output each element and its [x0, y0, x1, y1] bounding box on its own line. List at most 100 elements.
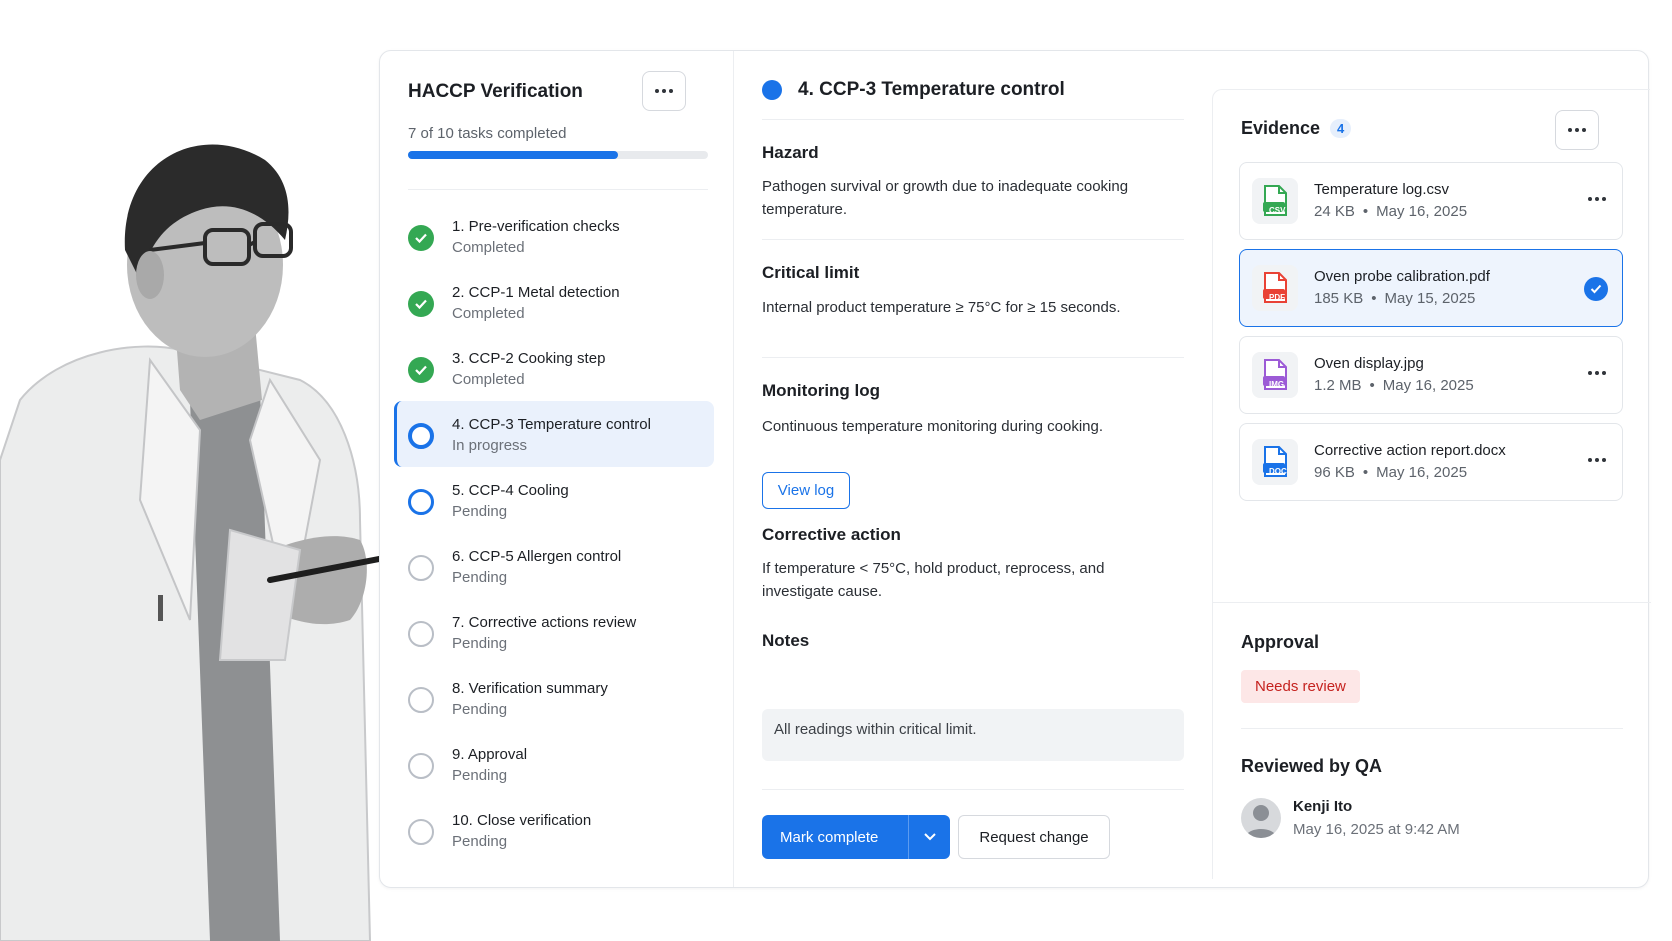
more-dot-icon [1595, 458, 1599, 462]
status-circle-icon [408, 555, 434, 581]
file-more-button[interactable] [1588, 458, 1606, 462]
mark-complete-split-button: Mark complete [762, 815, 950, 859]
status-circle-icon [408, 819, 434, 845]
progress-bar [408, 151, 708, 159]
separator-dot-icon: • [1369, 377, 1375, 394]
request-change-button[interactable]: Request change [958, 815, 1110, 859]
task-status: Completed [452, 371, 525, 388]
task-item[interactable]: 8. Verification summary Pending [394, 665, 714, 731]
file-size: 185 KB [1314, 290, 1364, 307]
task-name: 8. Verification summary [452, 680, 608, 697]
evidence-more-button[interactable] [1555, 110, 1599, 150]
task-panel: HACCP Verification 7 of 10 tasks complet… [380, 51, 734, 887]
file-name: Temperature log.csv [1314, 181, 1450, 198]
reviewed-timestamp: May 16, 2025 at 9:42 AM [1293, 821, 1460, 838]
file-size: 96 KB [1314, 464, 1355, 481]
more-dot-icon [655, 89, 659, 93]
file-size: 1.2 MB [1314, 377, 1362, 394]
progress-bar-fill [408, 151, 618, 159]
file-meta: 1.2 MB • May 16, 2025 [1314, 374, 1622, 398]
task-item[interactable]: 5. CCP-4 Cooling Pending [394, 467, 714, 533]
evidence-header: Evidence 4 [1241, 118, 1352, 139]
more-dot-icon [1588, 458, 1592, 462]
mark-complete-options-button[interactable] [908, 815, 950, 859]
task-item[interactable]: 4. CCP-3 Temperature control In progress [394, 401, 714, 467]
status-circle-icon [408, 687, 434, 713]
evidence-file-item[interactable]: PDF Oven probe calibration.pdf 185 KB • May … [1239, 249, 1623, 327]
more-dot-icon [1575, 128, 1579, 132]
file-meta: 185 KB • May 15, 2025 [1314, 287, 1622, 311]
task-name: 2. CCP-1 Metal detection [452, 284, 620, 301]
task-item[interactable]: 2. CCP-1 Metal detection Completed [394, 269, 714, 335]
task-status: Completed [452, 305, 525, 322]
task-detail: 4. CCP-3 Temperature control Hazard Path… [734, 51, 1212, 887]
task-status: Pending [452, 767, 508, 784]
check-circle-icon [408, 357, 434, 383]
task-name: 10. Close verification [452, 812, 592, 829]
doctor-illustration [0, 144, 380, 941]
file-more-button[interactable] [1588, 197, 1606, 201]
file-icon: IMG [1252, 352, 1298, 398]
task-status: Completed [452, 239, 525, 256]
separator-dot-icon: • [1362, 203, 1369, 220]
notes-heading: Notes [762, 631, 810, 650]
status-badge: Needs review [1241, 670, 1360, 703]
check-circle-icon [408, 291, 434, 317]
task-item[interactable]: 6. CCP-5 Allergen control Pending [394, 533, 714, 599]
file-size: 24 KB [1314, 203, 1355, 220]
detail-header: 4. CCP-3 Temperature control [762, 79, 1065, 101]
panel-more-button[interactable] [642, 71, 686, 111]
evidence-file-item[interactable]: DOC Corrective action report.docx 96 KB • Ma… [1239, 423, 1623, 501]
divider [1241, 728, 1623, 729]
task-status: Pending [452, 569, 508, 586]
checkmark-icon [415, 233, 427, 244]
progress-summary: 7 of 10 tasks completed [408, 125, 567, 142]
selected-check-icon[interactable] [1584, 277, 1608, 301]
more-dot-icon [662, 89, 666, 93]
evidence-panel: Evidence 4 CSV Temperature log.csv 24 KB • M… [1212, 89, 1651, 879]
file-name: Corrective action report.docx [1314, 442, 1506, 459]
task-item[interactable]: 9. Approval Pending [394, 731, 714, 797]
status-circle-icon [408, 423, 434, 449]
corrective-action-text: If temperature < 75°C, hold product, rep… [762, 560, 1105, 600]
in-progress-dot-icon [762, 80, 782, 100]
more-dot-icon [1582, 128, 1586, 132]
file-date: May 16, 2025 [1376, 203, 1468, 220]
task-item[interactable]: 1. Pre-verification checks Completed [394, 203, 714, 269]
file-more-button[interactable] [1588, 371, 1606, 375]
avatar [1241, 798, 1281, 838]
detail-title: 4. CCP-3 Temperature control [798, 79, 1065, 100]
evidence-file-list: CSV Temperature log.csv 24 KB • May 16, 2025… [1239, 162, 1623, 510]
separator-dot-icon: • [1362, 464, 1369, 481]
file-type-label: IMG [1269, 380, 1285, 389]
file-meta: 24 KB • May 16, 2025 [1314, 200, 1622, 224]
status-circle-icon [408, 753, 434, 779]
more-dot-icon [1595, 197, 1599, 201]
task-name: 7. Corrective actions review [452, 614, 637, 631]
task-name: 6. CCP-5 Allergen control [452, 548, 622, 565]
file-icon: DOC [1252, 439, 1298, 485]
more-dot-icon [1588, 371, 1592, 375]
more-dot-icon [1568, 128, 1572, 132]
evidence-file-item[interactable]: IMG Oven display.jpg 1.2 MB • May 16, 2025 [1239, 336, 1623, 414]
task-item[interactable]: 10. Close verification Pending [394, 797, 714, 863]
task-status: Pending [452, 635, 508, 652]
mark-complete-button[interactable]: Mark complete [762, 815, 908, 859]
chevron-down-icon [923, 833, 936, 841]
more-dot-icon [1602, 371, 1606, 375]
divider [762, 239, 1184, 240]
task-item[interactable]: 3. CCP-2 Cooking step Completed [394, 335, 714, 401]
panel-title: HACCP Verification [408, 81, 583, 102]
file-icon: CSV [1252, 178, 1298, 224]
view-log-button[interactable]: View log [762, 472, 850, 509]
reviewer-name: Kenji Ito [1293, 798, 1353, 815]
task-name: 5. CCP-4 Cooling [452, 482, 569, 499]
task-item[interactable]: 7. Corrective actions review Pending [394, 599, 714, 665]
more-dot-icon [1595, 371, 1599, 375]
monitoring-log-heading: Monitoring log [762, 381, 881, 400]
notes-field[interactable]: All readings within critical limit. [762, 709, 1184, 761]
evidence-file-item[interactable]: CSV Temperature log.csv 24 KB • May 16, 2025 [1239, 162, 1623, 240]
task-name: 1. Pre-verification checks [452, 218, 620, 235]
task-status: Pending [452, 833, 508, 850]
file-name: Oven probe calibration.pdf [1314, 268, 1490, 285]
